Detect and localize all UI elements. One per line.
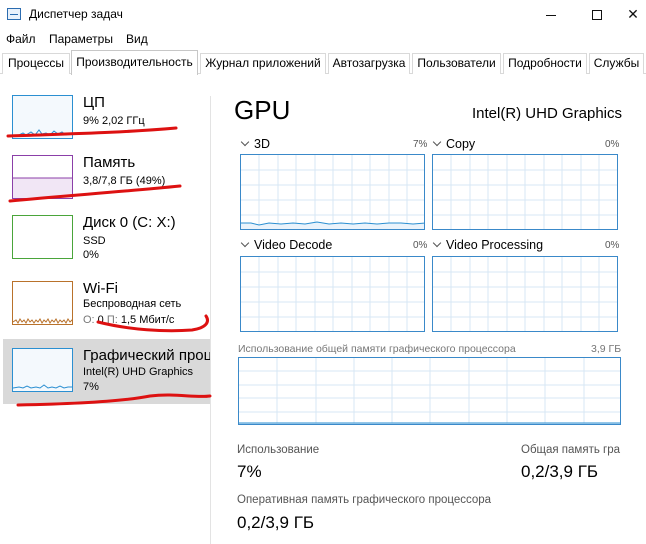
shared-memory-max: 3,9 ГБ [591,343,622,355]
disk-thumbnail-graph [12,215,73,259]
tab-services[interactable]: Службы [589,53,644,74]
chevron-down-icon [432,238,442,248]
tab-startup[interactable]: Автозагрузка [328,53,410,74]
tab-performance[interactable]: Производительность [71,50,198,75]
gpu-title: Графический процессор [83,347,210,364]
gpu-model-name: Intel(R) UHD Graphics [471,105,622,122]
engine-3d-graph [240,154,425,230]
cpu-usage-text: 9% 2,02 ГГц [83,115,145,127]
wifi-title: Wi-Fi [83,280,118,297]
resource-memory[interactable]: Память 3,8/7,8 ГБ (49%) [3,146,210,210]
engine-3d-label: 3D [254,137,270,151]
memory-title: Память [83,154,136,171]
engine-copy-graph [432,154,618,230]
resource-gpu[interactable]: Графический процессор Intel(R) UHD Graph… [3,339,210,404]
maximize-button[interactable] [574,0,620,29]
chevron-down-icon [240,238,250,248]
memory-thumbnail-graph [12,155,73,199]
title-bar: Диспетчер задач ✕ [0,0,646,29]
usage-label: Использование [237,444,320,456]
engine-copy-label: Copy [446,137,476,151]
chevron-down-icon [432,137,442,147]
cpu-thumbnail-graph [12,95,73,139]
menu-bar: Файл Параметры Вид [0,29,646,50]
engine-copy-selector[interactable]: Copy [432,137,476,151]
close-button[interactable]: ✕ [620,0,646,29]
cpu-title: ЦП [83,94,105,111]
wifi-send-label: О: [83,314,98,326]
engine-video-processing-label: Video Processing [446,238,544,252]
maximize-icon [592,9,602,20]
resource-cpu[interactable]: ЦП 9% 2,02 ГГц [3,86,210,150]
engine-video-decode-selector[interactable]: Video Decode [240,238,333,252]
disk-type-text: SSD [83,235,106,247]
engine-video-decode-label: Video Decode [254,238,333,252]
chevron-down-icon [240,137,250,147]
shared-memory-stat-value: 0,2/3,9 ГБ [521,462,599,481]
engine-video-processing-graph [432,256,618,332]
minimize-button[interactable] [528,0,574,29]
minimize-icon [546,15,556,16]
gpu-thumbnail-graph [12,348,73,392]
usage-value: 7% [237,462,262,481]
menu-file[interactable]: Файл [6,32,36,46]
resource-disk[interactable]: Диск 0 (C: X:) SSD 0% [3,206,210,270]
disk-title: Диск 0 (C: X:) [83,214,176,231]
engine-video-processing-percent: 0% [605,240,620,251]
wifi-type-text: Беспроводная сеть [83,298,182,310]
shared-memory-graph [238,357,621,425]
engine-copy-percent: 0% [605,139,620,150]
tab-details[interactable]: Подробности [503,53,587,74]
window-title: Диспетчер задач [29,7,123,21]
gpu-memory-label: Оперативная память графического процессо… [237,494,492,506]
gpu-model-text: Intel(R) UHD Graphics [83,366,194,378]
menu-view[interactable]: Вид [126,32,148,46]
gpu-usage-text: 7% [83,381,99,393]
resource-list: ЦП 9% 2,02 ГГц Память 3,8/7,8 ГБ (49%) Д… [0,86,210,544]
memory-usage-text: 3,8/7,8 ГБ (49%) [83,175,166,187]
wifi-receive-label: П: [103,314,121,326]
disk-usage-text: 0% [83,249,99,261]
tab-users[interactable]: Пользователи [412,53,501,74]
wifi-thumbnail-graph [12,281,73,325]
tab-processes[interactable]: Процессы [2,53,70,74]
engine-video-processing-selector[interactable]: Video Processing [432,238,544,252]
gpu-memory-value: 0,2/3,9 ГБ [237,513,315,532]
engine-video-decode-percent: 0% [413,240,428,251]
engine-3d-percent: 7% [413,139,428,150]
engine-3d-selector[interactable]: 3D [240,137,270,151]
engine-video-decode-graph [240,256,425,332]
tab-app-history[interactable]: Журнал приложений [200,53,326,74]
menu-options[interactable]: Параметры [49,32,113,46]
tab-bar: Процессы Производительность Журнал прило… [0,50,646,75]
shared-memory-stat-label: Общая память гра [521,444,621,456]
page-title: GPU [234,95,291,125]
wifi-receive-value: 1,5 Мбит/с [120,314,175,326]
wifi-speed-text: О: 0 П: 1,5 Мбит/с [83,314,174,326]
close-icon: ✕ [627,6,639,22]
resource-wifi[interactable]: Wi-Fi Беспроводная сеть О: 0 П: 1,5 Мбит… [3,272,210,336]
task-manager-icon [7,8,21,20]
panel-divider[interactable] [210,96,211,544]
shared-memory-label: Использование общей памяти графического … [238,343,516,355]
